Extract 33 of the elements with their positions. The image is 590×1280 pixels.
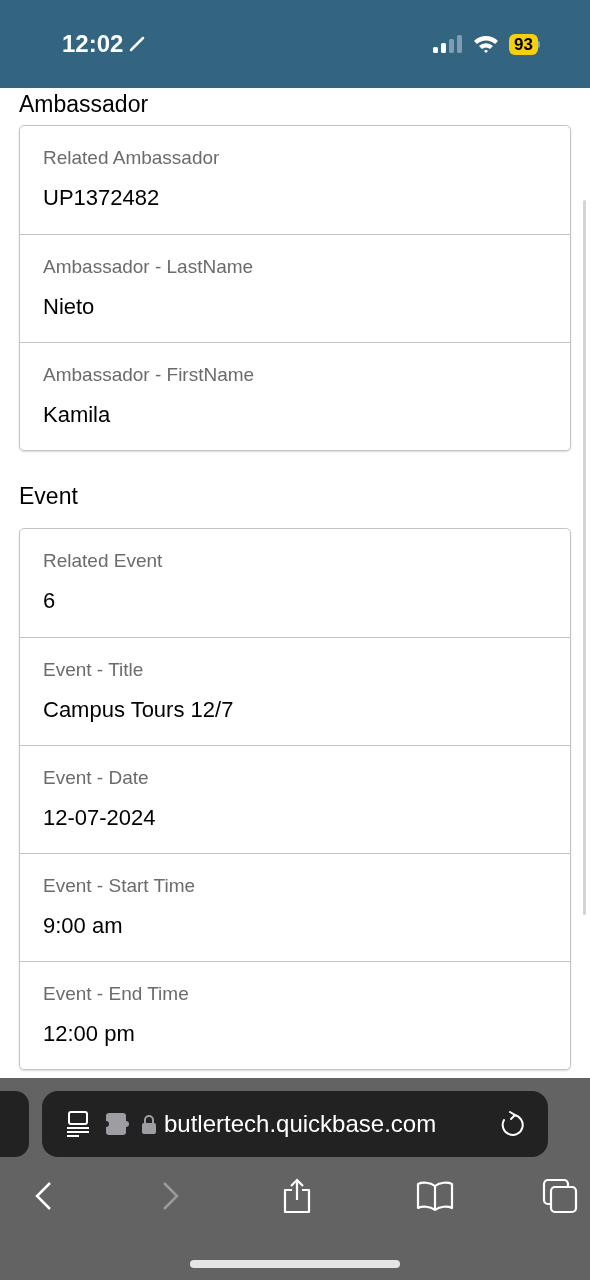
field-label: Event - Date [43,766,150,790]
signal-icon [433,34,464,54]
field-value: 12-07-2024 [43,804,157,832]
pencil-icon [129,36,146,52]
field-label: Event - Start Time [43,874,197,898]
field-value: 12:00 pm [43,1020,136,1048]
field-label: Event - Title [43,658,145,682]
section-heading: Ambassador [19,90,150,118]
lock-icon [142,1114,156,1134]
reader-icon[interactable] [66,1111,90,1137]
share-icon[interactable] [282,1178,312,1214]
url-text: butlertech.quickbase.com [164,1109,437,1139]
book-icon[interactable] [416,1181,454,1211]
field-label: Related Ambassador [43,146,221,170]
reload-icon[interactable] [500,1111,524,1137]
field-label: Event - End Time [43,982,190,1006]
field-value: Kamila [43,401,112,429]
back-icon[interactable] [34,1181,52,1211]
field-value: UP1372482 [43,184,161,212]
battery-indicator: 93 [509,33,540,55]
status-time: 12:02 [62,29,124,59]
section-heading: Event [19,482,79,510]
field-value: Nieto [43,293,96,321]
field-value: Campus Tours 12/7 [43,696,235,724]
field-value: 9:00 am [43,912,124,940]
tabs-icon[interactable] [542,1178,578,1214]
address-bar[interactable]: butlertech.quickbase.com [42,1091,548,1157]
field-label: Related Event [43,549,164,573]
wifi-icon [473,34,500,54]
puzzle-icon[interactable] [106,1113,130,1135]
field-value: 6 [43,587,57,615]
field-label: Ambassador - LastName [43,255,255,279]
field-label: Ambassador - FirstName [43,363,256,387]
